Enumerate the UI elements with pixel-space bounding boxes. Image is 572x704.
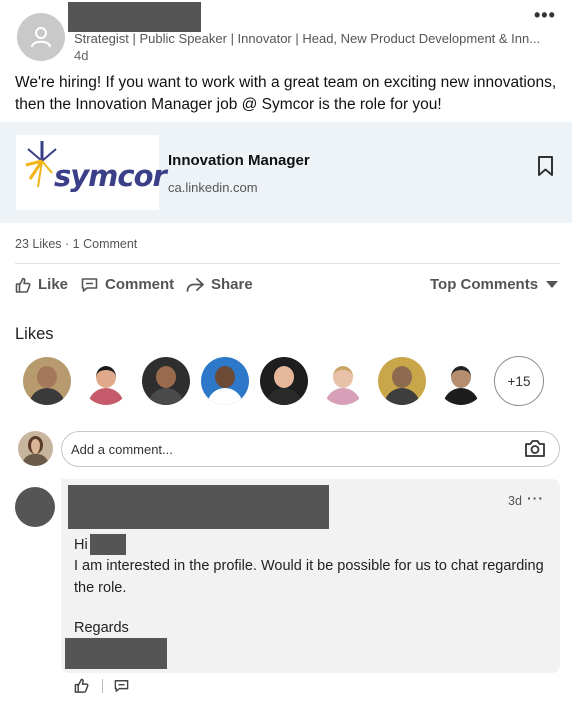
- link-card-title[interactable]: Innovation Manager: [168, 152, 310, 169]
- comment-actions: [74, 678, 129, 693]
- share-arrow-icon: [186, 277, 204, 292]
- sort-label: Top Comments: [430, 276, 539, 293]
- post-text: We're hiring! If you want to work with a…: [15, 74, 557, 113]
- author-name-redacted: [68, 2, 201, 32]
- share-label: Share: [211, 276, 253, 293]
- like-button[interactable]: Like: [15, 276, 68, 293]
- post-timestamp: 4d: [74, 48, 89, 63]
- greeting-name-redacted: [90, 534, 126, 555]
- symcor-logo: symcor: [16, 135, 167, 210]
- liker-avatar[interactable]: [142, 357, 190, 405]
- post-overflow-menu-icon[interactable]: •••: [534, 6, 556, 24]
- logo-wordmark: symcor: [54, 159, 167, 193]
- comment-label: Comment: [105, 276, 175, 293]
- comment-button[interactable]: Comment: [81, 276, 174, 293]
- liker-avatar[interactable]: [319, 357, 367, 405]
- likes-heading: Likes: [15, 325, 54, 343]
- comment-icon: [81, 277, 98, 292]
- commenter-name-redacted: [68, 485, 329, 529]
- divider: [15, 263, 560, 264]
- action-divider: [102, 678, 103, 693]
- liker-avatar[interactable]: [378, 357, 426, 405]
- liker-avatar[interactable]: [437, 357, 485, 405]
- like-label: Like: [38, 276, 69, 293]
- comment-text: I am interested in the profile. Would it…: [74, 558, 544, 596]
- liker-avatar[interactable]: [201, 357, 249, 405]
- signature-redacted: [65, 638, 167, 669]
- person-placeholder-icon: [31, 27, 51, 48]
- comment-reply-icon[interactable]: [114, 679, 129, 693]
- comment-timestamp: 3d: [508, 494, 522, 508]
- liker-avatar[interactable]: [260, 357, 308, 405]
- comment-sort-dropdown[interactable]: Top Comments: [430, 276, 559, 293]
- link-card-domain: ca.linkedin.com: [168, 180, 258, 195]
- liker-avatar[interactable]: [82, 357, 130, 405]
- post-header: Strategist | Public Speaker | Innovator …: [0, 0, 572, 66]
- share-button[interactable]: Share: [186, 276, 253, 293]
- comment-like-icon[interactable]: [74, 678, 89, 693]
- caret-down-icon: [546, 280, 559, 288]
- comment-overflow-icon[interactable]: ···: [527, 490, 544, 506]
- thumbs-up-icon: [15, 277, 31, 293]
- author-headline: Strategist | Public Speaker | Innovator …: [74, 31, 541, 46]
- comment-greeting: Hi: [74, 537, 88, 553]
- commenter-avatar[interactable]: [15, 487, 55, 527]
- more-likers-button[interactable]: +15: [494, 356, 544, 406]
- author-avatar[interactable]: [17, 13, 65, 61]
- link-preview-card[interactable]: symcor: [0, 122, 572, 223]
- comment-closing: Regards: [74, 620, 129, 636]
- bookmark-icon[interactable]: [537, 155, 554, 177]
- social-counts[interactable]: 23 Likes · 1 Comment: [15, 237, 137, 251]
- liker-avatar[interactable]: [23, 357, 71, 405]
- camera-icon[interactable]: [524, 439, 546, 458]
- comment-input-placeholder[interactable]: Add a comment...: [71, 442, 173, 457]
- current-user-avatar: [18, 431, 53, 466]
